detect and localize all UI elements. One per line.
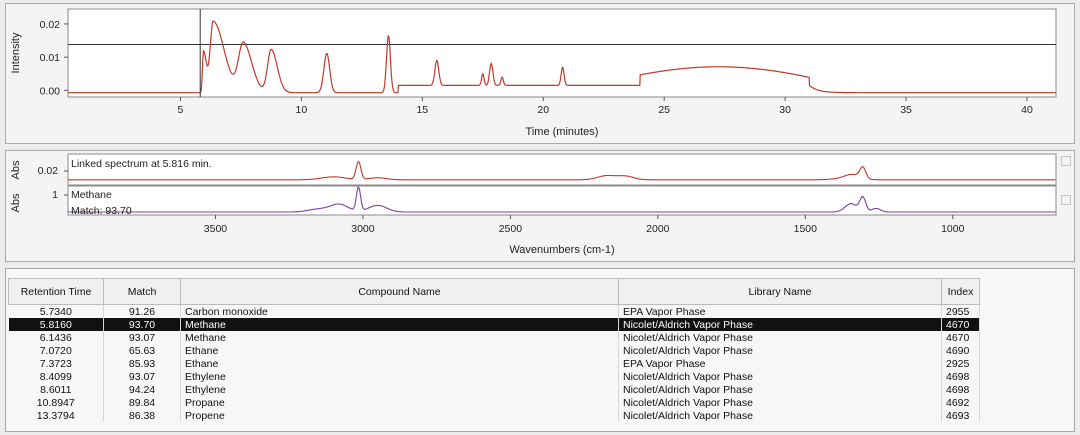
- index-cell: 4698: [941, 383, 980, 396]
- chromatogram-x-tick-label: 10: [296, 104, 308, 116]
- index-cell: 4698: [941, 370, 980, 383]
- table-row[interactable]: 5.7340 91.26 Carbon monoxide EPA Vapor Phas…: [8, 304, 980, 318]
- table-row[interactable]: 10.8947 89.84 Propane Nicolet/Aldrich Vapor…: [8, 396, 980, 409]
- retention-time-cell: 6.1436: [8, 331, 104, 344]
- linked-spectrum-label: Linked spectrum at 5.816 min.: [71, 158, 212, 170]
- chromatogram-y-tick-label: 0.00: [40, 85, 61, 97]
- column-header-compound-name[interactable]: Compound Name: [180, 278, 619, 305]
- compound-name-cell: Ethylene: [180, 383, 619, 396]
- chromatogram-x-tick-label: 35: [900, 104, 912, 116]
- spectrum-panel[interactable]: Linked spectrum at 5.816 min. Methane Ma…: [5, 150, 1075, 262]
- chromatogram-x-tick-label: 25: [658, 104, 670, 116]
- spectrum-x-tick-label: 3500: [204, 223, 228, 235]
- compound-name-cell: Methane: [180, 331, 619, 344]
- library-name-cell: Nicolet/Aldrich Vapor Phase: [618, 396, 942, 409]
- sample-spectrum-area[interactable]: [67, 153, 1057, 186]
- column-header-index[interactable]: Index: [941, 278, 980, 305]
- spectrum-x-tick-label: 1000: [941, 223, 965, 235]
- retention-time-cell: 7.3723: [8, 357, 104, 370]
- compound-name-cell: Propene: [180, 409, 619, 422]
- library-name-cell: Nicolet/Aldrich Vapor Phase: [618, 383, 942, 396]
- library-y-axis-label: Abs: [10, 193, 22, 212]
- match-score-label: Match: 93.70: [71, 205, 132, 217]
- chromatogram-y-tick-label: 0.01: [40, 52, 61, 64]
- column-header-match[interactable]: Match: [103, 278, 181, 305]
- library-spectrum-area[interactable]: [67, 185, 1057, 216]
- chromatogram-x-axis-label: Time (minutes): [526, 126, 599, 138]
- results-panel[interactable]: Retention Time Match Compound Name Libra…: [5, 268, 1075, 432]
- index-cell: 4692: [941, 396, 980, 409]
- library-compound-label: Methane: [71, 189, 112, 201]
- table-row[interactable]: 8.4099 93.07 Ethylene Nicolet/Aldrich Vapor…: [8, 370, 980, 383]
- retention-time-cell: 5.8160: [8, 318, 104, 331]
- retention-time-cell: 13.3794: [8, 409, 104, 422]
- spectrum-plot[interactable]: Linked spectrum at 5.816 min. Methane Ma…: [6, 151, 1076, 263]
- spectrum-x-axis-label: Wavenumbers (cm-1): [509, 244, 614, 256]
- compound-name-cell: Methane: [180, 318, 619, 331]
- match-cell: 91.26: [103, 304, 181, 318]
- column-header-retention-time[interactable]: Retention Time: [8, 278, 104, 305]
- chromatogram-x-tick-label: 30: [779, 104, 791, 116]
- match-cell: 89.84: [103, 396, 181, 409]
- index-cell: 4690: [941, 344, 980, 357]
- match-cell: 93.07: [103, 331, 181, 344]
- table-row[interactable]: 5.8160 93.70 Methane Nicolet/Aldrich Vapor …: [8, 318, 980, 331]
- retention-time-cell: 8.6011: [8, 383, 104, 396]
- retention-time-cell: 5.7340: [8, 304, 104, 318]
- retention-time-cell: 10.8947: [8, 396, 104, 409]
- compound-name-cell: Ethylene: [180, 370, 619, 383]
- sample-scroll-button[interactable]: [1061, 156, 1071, 166]
- index-cell: 4670: [941, 331, 980, 344]
- chromatogram-plot-area[interactable]: [67, 8, 1057, 98]
- spectrum-x-tick-label: 2500: [499, 223, 523, 235]
- chromatogram-x-tick-label: 20: [537, 104, 549, 116]
- match-cell: 94.24: [103, 383, 181, 396]
- table-row[interactable]: 7.0720 65.63 Ethane Nicolet/Aldrich Vapor P…: [8, 344, 980, 357]
- library-name-cell: Nicolet/Aldrich Vapor Phase: [618, 344, 942, 357]
- index-cell: 4693: [941, 409, 980, 422]
- chromatogram-x-tick-label: 40: [1021, 104, 1033, 116]
- compound-name-cell: Propane: [180, 396, 619, 409]
- index-cell: 2925: [941, 357, 980, 370]
- spectrum-x-tick-label: 2000: [646, 223, 670, 235]
- compound-name-cell: Ethane: [180, 344, 619, 357]
- chromatogram-y-axis-label: Intensity: [10, 32, 22, 73]
- library-name-cell: EPA Vapor Phase: [618, 357, 942, 370]
- index-cell: 4670: [941, 318, 980, 331]
- library-scroll-button[interactable]: [1061, 195, 1071, 205]
- library-name-cell: EPA Vapor Phase: [618, 304, 942, 318]
- spectrum-x-tick-label: 1500: [794, 223, 818, 235]
- retention-time-cell: 7.0720: [8, 344, 104, 357]
- chromatogram-x-tick-label: 15: [416, 104, 428, 116]
- index-cell: 2955: [941, 304, 980, 318]
- chromatogram-x-tick-label: 5: [178, 104, 184, 116]
- library-name-cell: Nicolet/Aldrich Vapor Phase: [618, 409, 942, 422]
- compound-name-cell: Carbon monoxide: [180, 304, 619, 318]
- match-cell: 86.38: [103, 409, 181, 422]
- library-y-tick: 1: [52, 189, 58, 201]
- library-name-cell: Nicolet/Aldrich Vapor Phase: [618, 370, 942, 383]
- table-row[interactable]: 13.3794 86.38 Propene Nicolet/Aldrich Vapor…: [8, 409, 980, 422]
- library-name-cell: Nicolet/Aldrich Vapor Phase: [618, 331, 942, 344]
- table-row[interactable]: 6.1436 93.07 Methane Nicolet/Aldrich Vapor …: [8, 331, 980, 344]
- search-results-table[interactable]: Retention Time Match Compound Name Libra…: [8, 278, 980, 422]
- sample-y-axis-label: Abs: [10, 160, 22, 179]
- column-header-library-name[interactable]: Library Name: [618, 278, 942, 305]
- compound-name-cell: Ethane: [180, 357, 619, 370]
- match-cell: 85.93: [103, 357, 181, 370]
- chromatogram-y-tick-label: 0.02: [40, 19, 61, 31]
- chromatogram-panel[interactable]: 0.02 0.01 0.00 5 10 15 20 25 30 35 40 Intensity T…: [5, 3, 1075, 144]
- table-row[interactable]: 8.6011 94.24 Ethylene Nicolet/Aldrich Vapor…: [8, 383, 980, 396]
- match-cell: 93.70: [103, 318, 181, 331]
- chromatogram-plot[interactable]: 0.02 0.01 0.00 5 10 15 20 25 30 35 40 Intensity T…: [6, 4, 1076, 145]
- table-header-row: Retention Time Match Compound Name Libra…: [8, 278, 980, 305]
- retention-time-cell: 8.4099: [8, 370, 104, 383]
- match-cell: 93.07: [103, 370, 181, 383]
- sample-y-tick: 0.02: [38, 165, 59, 177]
- spectrum-x-tick-label: 3000: [351, 223, 375, 235]
- library-name-cell: Nicolet/Aldrich Vapor Phase: [618, 318, 942, 331]
- match-cell: 65.63: [103, 344, 181, 357]
- table-row[interactable]: 7.3723 85.93 Ethane EPA Vapor Phase 2925: [8, 357, 980, 370]
